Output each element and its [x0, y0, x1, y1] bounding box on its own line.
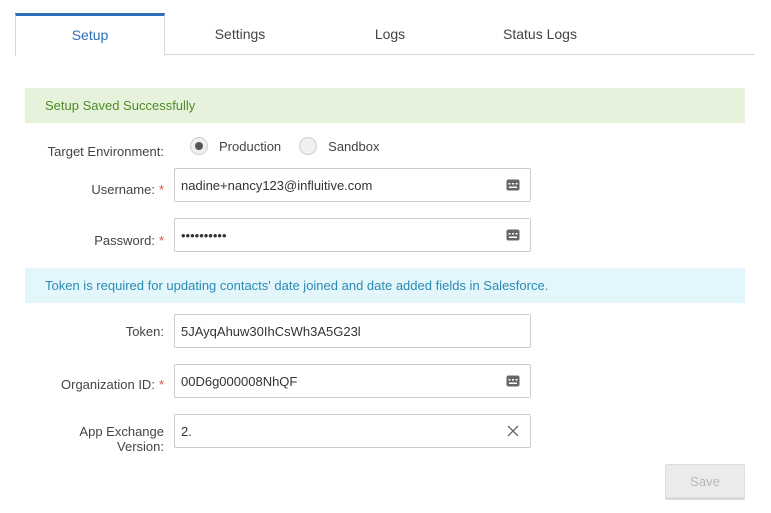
app-exchange-version-label-line2: Version: — [117, 439, 164, 454]
tab-bar: Setup Settings Logs Status Logs — [15, 13, 755, 56]
clear-icon[interactable] — [505, 423, 521, 439]
radio-production[interactable]: Production — [190, 137, 281, 155]
tab-setup[interactable]: Setup — [15, 13, 165, 56]
required-marker: * — [158, 377, 164, 392]
app-exchange-version-label-line1: App Exchange — [79, 424, 164, 439]
token-info-alert: Token is required for updating contacts'… — [25, 268, 745, 303]
tab-status-logs[interactable]: Status Logs — [465, 13, 615, 55]
radio-selected-dot — [195, 142, 203, 150]
token-field[interactable] — [174, 314, 531, 348]
radio-sandbox-label: Sandbox — [328, 138, 380, 154]
username-label-text: Username: — [91, 182, 155, 197]
target-environment-radio-group: Production Sandbox — [190, 136, 397, 156]
keyboard-icon[interactable] — [505, 375, 521, 387]
token-label: Token: — [126, 324, 164, 339]
organization-id-label: Organization ID: * — [61, 377, 164, 392]
organization-id-input[interactable] — [175, 365, 505, 397]
radio-production-circle[interactable] — [190, 137, 208, 155]
app-exchange-version-field[interactable] — [174, 414, 531, 448]
tab-logs[interactable]: Logs — [315, 13, 465, 55]
username-input[interactable] — [175, 169, 505, 201]
keyboard-icon[interactable] — [505, 229, 521, 241]
token-info-text: Token is required for updating contacts'… — [45, 278, 549, 293]
password-input[interactable] — [175, 219, 505, 251]
target-environment-label-text: Target Environment: — [47, 144, 164, 159]
username-field[interactable] — [174, 168, 531, 202]
token-input[interactable] — [175, 315, 530, 347]
organization-id-label-text: Organization ID: — [61, 377, 155, 392]
tab-settings[interactable]: Settings — [165, 13, 315, 55]
token-label-text: Token: — [125, 324, 164, 339]
organization-id-field[interactable] — [174, 364, 531, 398]
success-alert: Setup Saved Successfully — [25, 88, 745, 123]
keyboard-icon[interactable] — [505, 179, 521, 191]
password-label: Password: * — [94, 233, 164, 248]
radio-sandbox-circle[interactable] — [299, 137, 318, 155]
success-alert-text: Setup Saved Successfully — [45, 98, 196, 113]
radio-sandbox[interactable]: Sandbox — [299, 137, 379, 155]
target-environment-label: Target Environment: — [48, 144, 164, 159]
app-exchange-version-input[interactable] — [175, 415, 505, 447]
required-marker: * — [158, 182, 164, 197]
required-marker: * — [158, 233, 164, 248]
username-label: Username: * — [91, 182, 164, 197]
app-exchange-version-label: App Exchange Version: — [79, 424, 164, 454]
radio-production-label: Production — [219, 138, 282, 154]
save-button[interactable]: Save — [665, 464, 745, 498]
password-field[interactable] — [174, 218, 531, 252]
password-label-text: Password: — [94, 233, 155, 248]
